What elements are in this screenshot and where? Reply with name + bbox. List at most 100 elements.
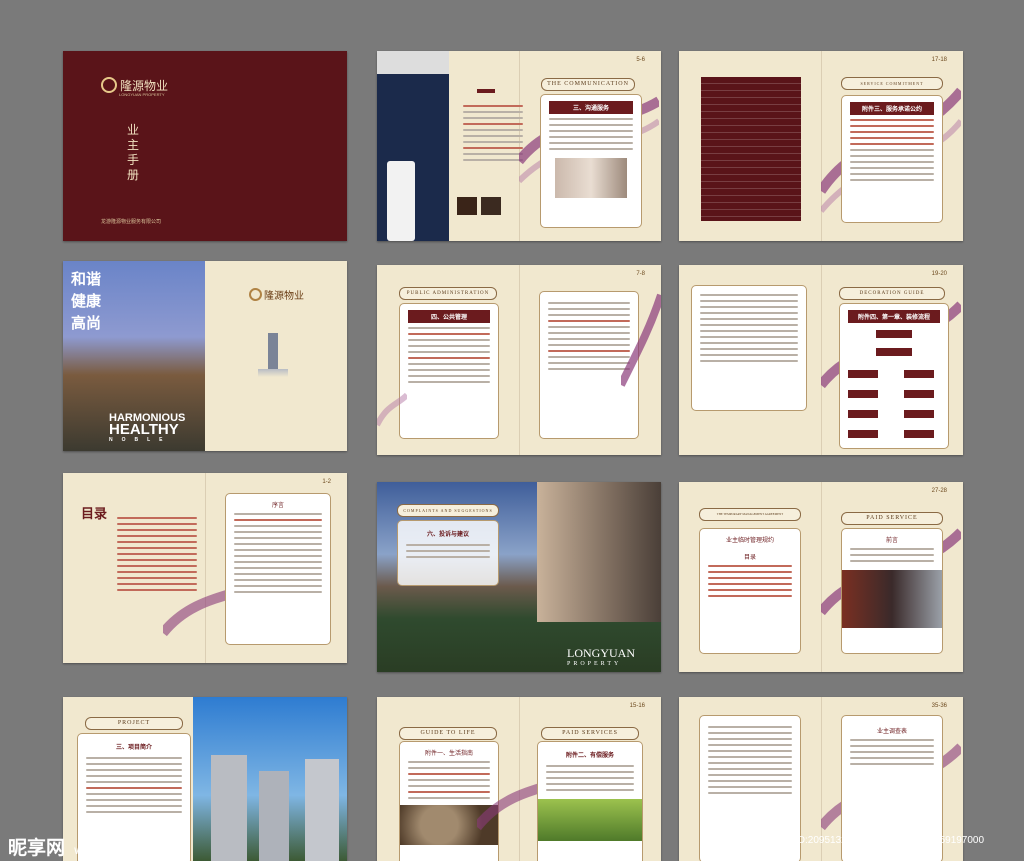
brand-line-2: PROPERTY — [567, 661, 622, 667]
cover-company: 龙游隆源物业服务有限公司 — [101, 219, 162, 225]
spread-slogan: 和谐 健康 高尚 HARMONIOUS HEALTHY NOBLE 隆源物业 — [63, 261, 347, 451]
small-photo-1 — [457, 197, 477, 215]
card-title: 三、项目简介 — [115, 745, 152, 751]
flowchart-card: 附件四、第一章、装修流程 — [839, 303, 949, 449]
brand-name: LONGYUAN PROPERTY — [567, 646, 635, 667]
logo-text: 隆源物业 — [264, 291, 304, 302]
spread-guide: 15-16 GUIDE TO LIFE 附件一、生活指南 PAID SERVIC… — [377, 697, 661, 861]
section-banner: PUBLIC ADMINISTRATION — [399, 287, 497, 300]
spread-communication: 5-6 THE COMMUNICATION 三、沟通服务 — [377, 51, 661, 241]
flow-step — [848, 410, 878, 418]
card-title: 业主调查表 — [876, 729, 907, 735]
spread-complaints: COMPLAINTS AND SUGGESTIONS 六、投诉与建议 LONGY… — [377, 482, 661, 672]
card-subtitle: 目录 — [743, 555, 756, 561]
card-title: 附件四、第一章、装修流程 — [848, 310, 940, 323]
suit-man-photo — [377, 51, 449, 241]
page-number: 15-16 — [629, 703, 645, 709]
slogan-2: 健康 — [71, 293, 102, 310]
card-title: 序言 — [271, 503, 284, 509]
section-banner: THE COMMUNICATION — [541, 78, 635, 91]
content-card-right: 前言 — [841, 528, 943, 654]
building-right — [537, 482, 661, 622]
brand-line-1: LONGYUAN — [567, 646, 635, 660]
cover-logo-sub: LONGYUAN PROPERTY — [119, 92, 165, 97]
card-title: 六、投诉与建议 — [426, 532, 469, 538]
handshake-photo — [555, 158, 627, 198]
watermark-logo: 昵享网 www.nipic.cn — [8, 833, 144, 860]
section-banner-right: PAID SERVICE — [841, 512, 943, 525]
section-banner-right: PAID SERVICES — [541, 727, 639, 740]
section-banner: DECORATION GUIDE — [839, 287, 945, 300]
spread-fold — [519, 265, 520, 455]
english-slogan: HARMONIOUS HEALTHY NOBLE — [109, 413, 185, 446]
watermark-url: www.nipic.cn — [74, 843, 144, 857]
card-title: 四、公共管理 — [408, 310, 490, 323]
left-text-block — [463, 101, 523, 165]
tower-1 — [211, 755, 247, 861]
spread-public-admin: 7-8 PUBLIC ADMINISTRATION 四、公共管理 — [377, 265, 661, 455]
purple-swirl — [621, 293, 661, 387]
small-photo-2 — [481, 197, 501, 215]
cover-title: 业主手册 — [127, 123, 140, 182]
park-photo — [538, 799, 642, 841]
spread-paid-service: 27-28 THE TEMPORARY MANAGEMENT AGREEMENT… — [679, 482, 963, 672]
tower-thumbnail — [268, 333, 278, 369]
spread-toc: 1-2 目录 序言 — [63, 473, 347, 663]
slogan-3: 高尚 — [71, 315, 102, 332]
content-card-right: 附件二、有偿服务 — [537, 741, 643, 861]
flow-step — [848, 430, 878, 438]
page-number: 5-6 — [636, 57, 645, 63]
card-title: 附件三、服务承诺公约 — [850, 102, 934, 115]
menu-chip — [477, 89, 495, 93]
content-card-left: 业主临时管理规约 目录 — [699, 528, 801, 654]
page-number: 27-28 — [931, 488, 947, 494]
flow-step — [876, 330, 912, 338]
towel-shape — [387, 161, 415, 241]
watermark-logo-text: 昵享网 — [8, 838, 66, 859]
card-title: 业主临时管理规约 — [725, 538, 774, 544]
flow-step — [904, 410, 934, 418]
content-card: 附件三、服务承诺公约 — [841, 95, 943, 223]
slogan-col-1: 和谐 健康 高尚 — [71, 269, 101, 335]
spread-commitment: 17-18 SERVICE COMMITMENT 附件三、服务承诺公约 — [679, 51, 963, 241]
content-card-left — [699, 715, 801, 861]
cover-logo-text: 隆源物业 — [120, 79, 169, 93]
slogan-1: 和谐 — [71, 271, 102, 288]
content-card: 六、投诉与建议 — [397, 520, 499, 586]
logo: 隆源物业 — [249, 287, 304, 302]
service-photo — [842, 570, 942, 628]
tower-2 — [259, 771, 289, 861]
rules-table — [701, 77, 801, 221]
toc-title: 目录 — [81, 506, 108, 521]
page-number: 7-8 — [636, 271, 645, 277]
flow-step — [904, 390, 934, 398]
logo-mark-icon — [101, 77, 117, 93]
spread-cover: 隆源物业 LONGYUAN PROPERTY 业主手册 龙游隆源物业服务有限公司 — [63, 51, 347, 241]
flow-step — [876, 348, 912, 356]
logo-mark-icon — [249, 288, 262, 301]
flow-step — [848, 390, 878, 398]
page-number: 1-2 — [322, 479, 331, 485]
watermark-id: ID:20951324 NO:20170408173859197000 — [795, 835, 985, 846]
content-card: 序言 — [225, 493, 331, 645]
flow-step — [848, 370, 878, 378]
flow-step — [904, 370, 934, 378]
card-title: 前言 — [885, 538, 898, 544]
towers-photo — [193, 697, 347, 861]
page-number: 19-20 — [931, 271, 947, 277]
section-banner-left: THE TEMPORARY MANAGEMENT AGREEMENT — [699, 508, 801, 521]
section-banner: PROJECT — [85, 717, 183, 730]
purple-swirl-left — [377, 392, 407, 427]
tower-3 — [305, 759, 339, 861]
section-banner: SERVICE COMMITMENT — [841, 77, 943, 90]
page-number: 35-36 — [931, 703, 947, 709]
english-slogan-2: HEALTHY — [109, 421, 179, 438]
content-card-left — [691, 285, 807, 411]
content-card: 三、沟通服务 — [540, 94, 642, 228]
content-card-left: 四、公共管理 — [399, 303, 499, 439]
tower-reflection — [258, 369, 288, 377]
spread-decoration: 19-20 DECORATION GUIDE 附件四、第一章、装修流程 — [679, 265, 963, 455]
card-title: 三、沟通服务 — [549, 101, 633, 114]
card-title: 附件二、有偿服务 — [565, 753, 614, 759]
page-number: 17-18 — [931, 57, 947, 63]
